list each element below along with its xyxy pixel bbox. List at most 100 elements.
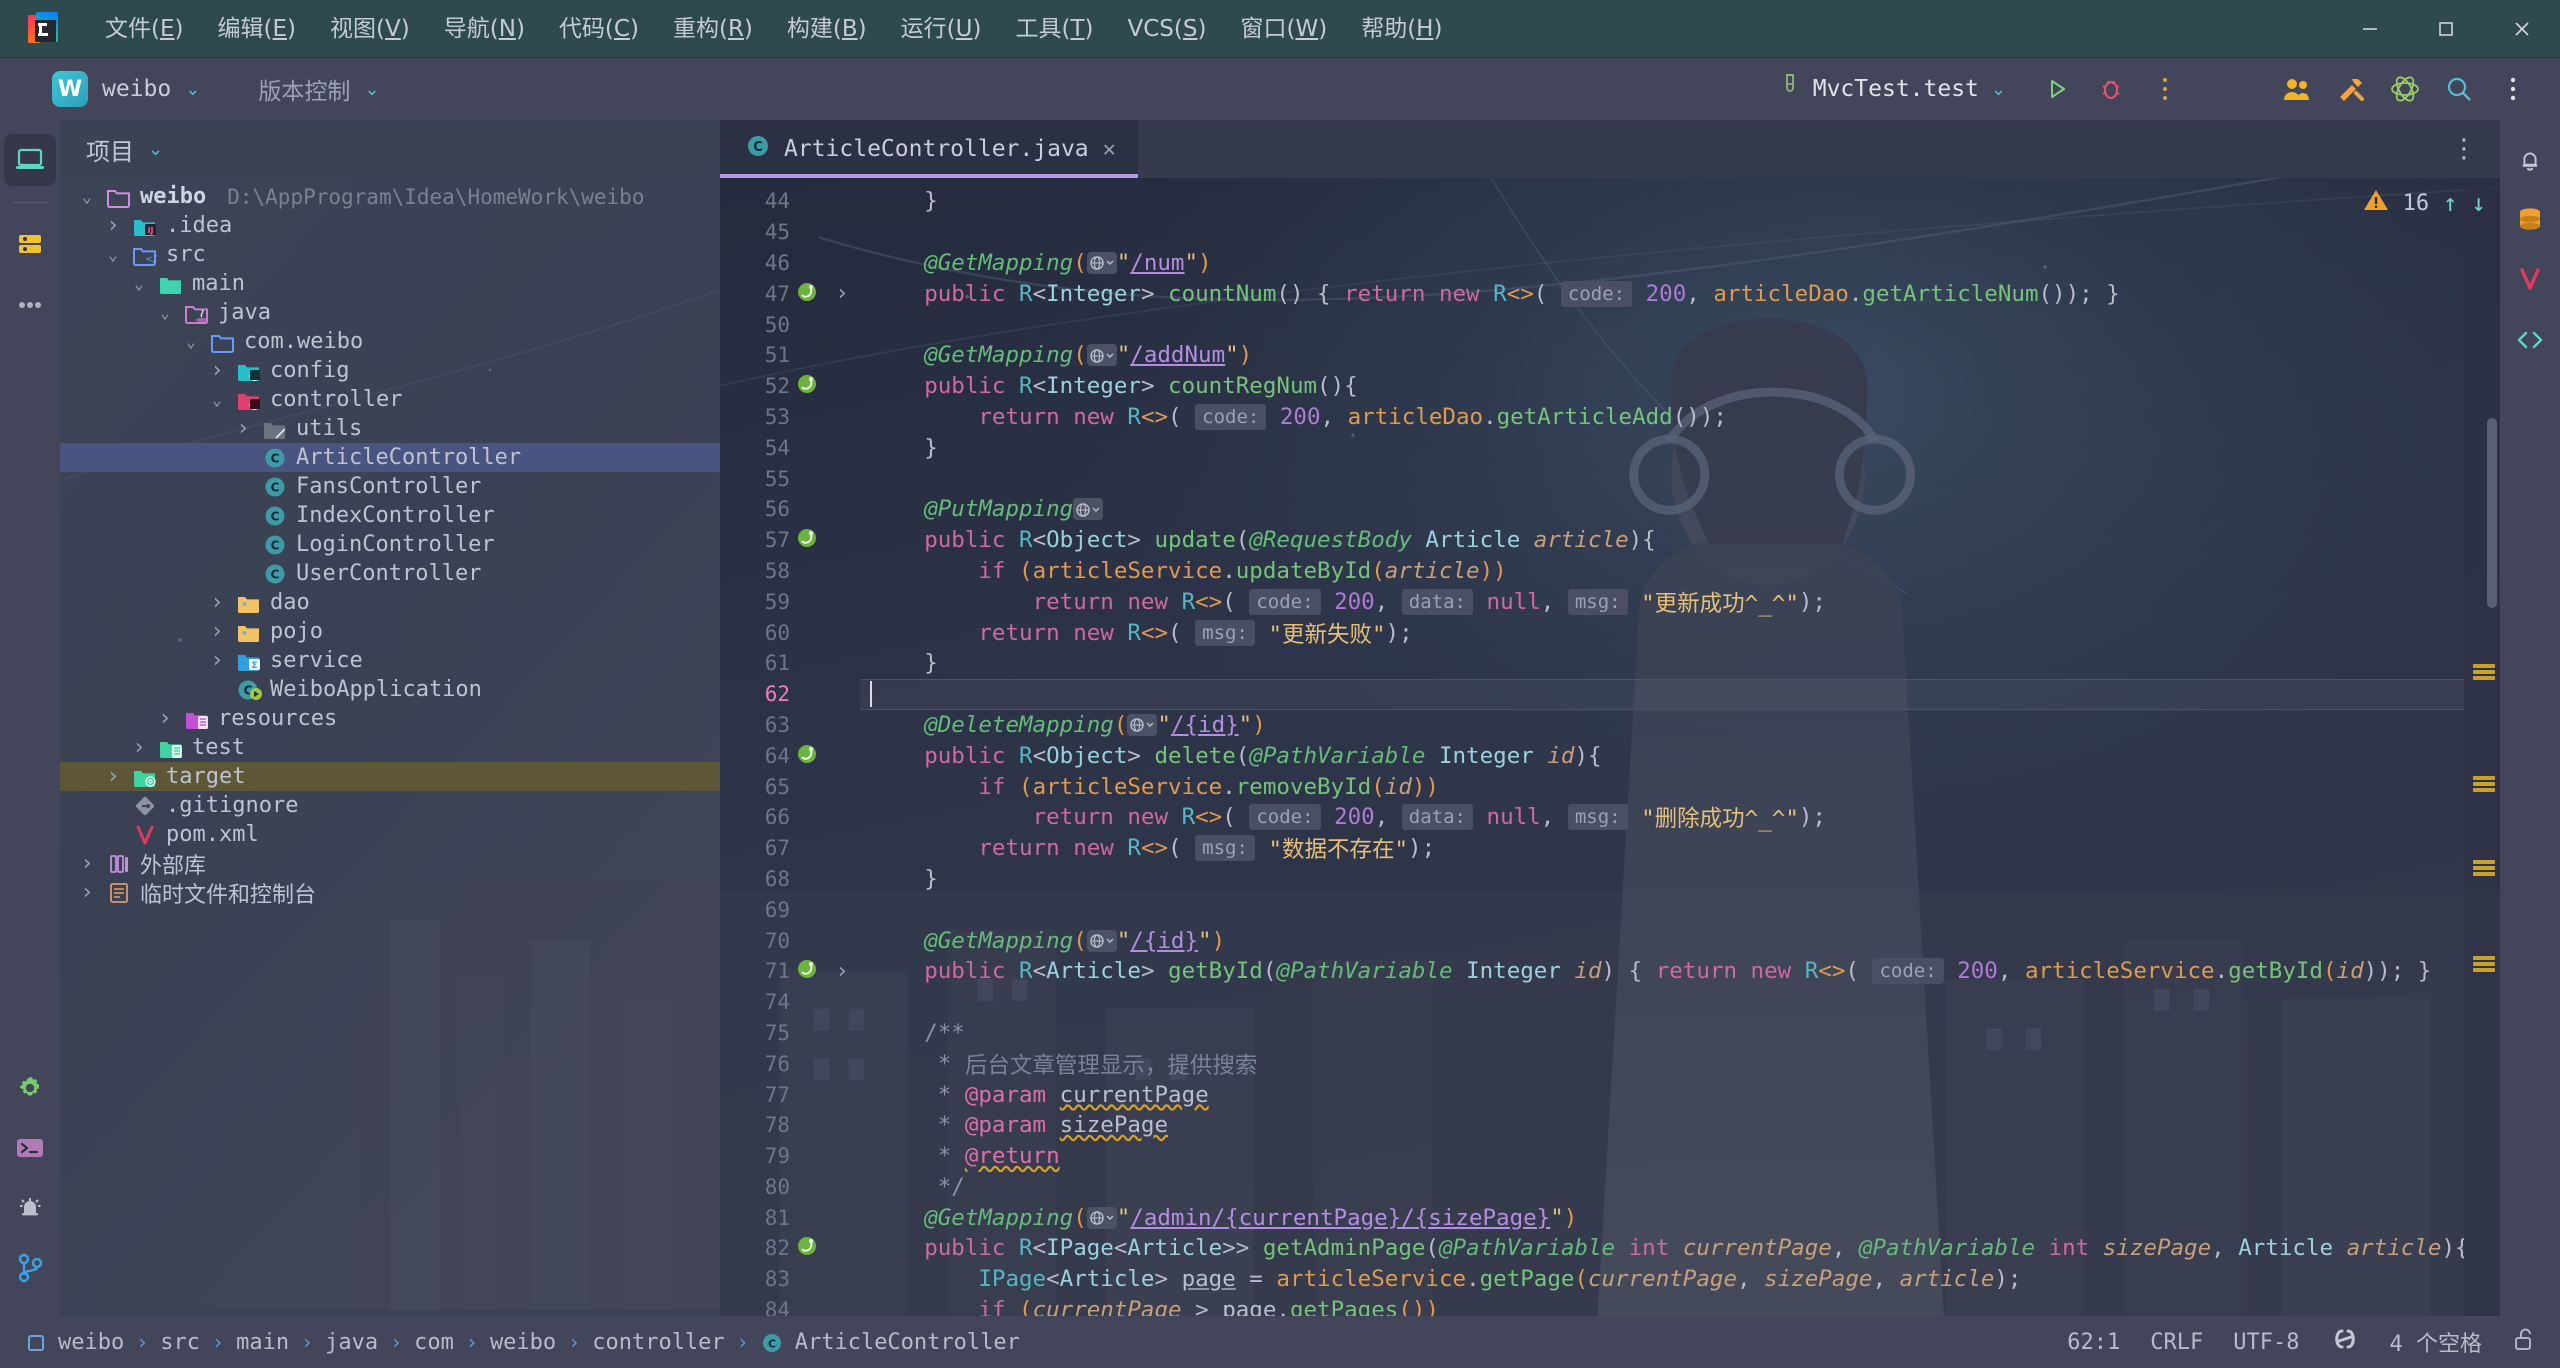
code-line-75[interactable]: /** [860, 1018, 2464, 1049]
notifications-bell-icon[interactable] [4, 1182, 56, 1234]
more-run-options-button[interactable] [2140, 64, 2190, 114]
tree-item--idea[interactable]: › IJ .idea [60, 211, 720, 240]
menu-item-9[interactable]: VCS(S) [1111, 0, 1224, 58]
code-line-51[interactable]: @GetMapping("/addNum ") [860, 340, 2464, 371]
gutter-line-51[interactable]: 51 [720, 340, 860, 371]
gutter-line-76[interactable]: 76 [720, 1048, 860, 1079]
code-line-46[interactable]: @GetMapping("/num ") [860, 248, 2464, 279]
tree-item-java[interactable]: ⌄ java [60, 298, 720, 327]
gutter-line-53[interactable]: 53 [720, 402, 860, 433]
code-line-69[interactable] [860, 894, 2464, 925]
code-line-60[interactable]: return new R <>( msg: "更新失败"); [860, 617, 2464, 648]
tree-item-com-weibo[interactable]: ⌄ com.weibo [60, 327, 720, 356]
code-line-68[interactable]: } [860, 864, 2464, 895]
web-mapping-gutter-icon[interactable] [1086, 251, 1117, 274]
code-line-63[interactable]: @DeleteMapping("/{id} ") [860, 710, 2464, 741]
breadcrumb-item-src[interactable]: src [160, 1330, 200, 1355]
gutter-line-63[interactable]: 63 [720, 710, 860, 741]
code-line-56[interactable]: @PutMapping [860, 494, 2464, 525]
gutter-line-44[interactable]: 44 [720, 186, 860, 217]
tree-item--[interactable]: › 临时文件和控制台 [60, 878, 720, 908]
run-button[interactable] [2032, 64, 2082, 114]
code-line-66[interactable]: return new R <>( code: 200, data: null, m… [860, 802, 2464, 833]
web-mapping-gutter-icon[interactable] [1086, 344, 1117, 367]
chevron-right-icon[interactable]: › [204, 590, 230, 615]
tree-item-weibo[interactable]: ⌄ weibo D:\AppProgram\Idea\HomeWork\weibo [60, 182, 720, 211]
gutter-line-62[interactable]: 62 [720, 679, 860, 710]
editor-scrollbar-thumb[interactable] [2487, 418, 2497, 608]
tree-item-config[interactable]: › config [60, 356, 720, 385]
code-line-74[interactable] [860, 987, 2464, 1018]
inspection-mark[interactable] [2473, 776, 2495, 780]
gutter-line-75[interactable]: 75 [720, 1018, 860, 1049]
chevron-right-icon[interactable]: › [100, 213, 126, 238]
chevron-right-icon[interactable]: › [152, 706, 178, 731]
code-fold-expand-icon[interactable]: › [824, 959, 860, 984]
menu-item-2[interactable]: 视图(V) [313, 0, 427, 58]
more-tool-windows-icon[interactable] [4, 279, 56, 331]
code-line-70[interactable]: @GetMapping("/{id} ") [860, 925, 2464, 956]
vcs-widget[interactable]: 版本控制 ⌄ [248, 66, 389, 112]
inspection-analyzer-strip[interactable] [2464, 178, 2500, 1316]
kebab-menu-icon[interactable] [2488, 64, 2538, 114]
tree-item-usercontroller[interactable]: C UserController [60, 559, 720, 588]
maven-icon[interactable] [2504, 254, 2556, 306]
next-problem-icon[interactable]: ↓ [2472, 189, 2486, 217]
code-line-54[interactable]: } [860, 432, 2464, 463]
menu-item-0[interactable]: 文件(E) [88, 0, 201, 58]
inspection-widget[interactable]: 16 ↑ ↓ [2363, 178, 2500, 228]
gutter-line-67[interactable]: 67 [720, 833, 860, 864]
gutter-line-58[interactable]: 58 [720, 556, 860, 587]
people-icon[interactable] [2272, 64, 2322, 114]
gutter-line-61[interactable]: 61 [720, 648, 860, 679]
debug-button[interactable] [2086, 64, 2136, 114]
menu-item-7[interactable]: 运行(U) [884, 0, 999, 58]
settings-icon[interactable] [4, 1062, 56, 1114]
database-tool-window-icon[interactable] [4, 219, 56, 271]
gutter-line-71[interactable]: 71 › [720, 956, 860, 987]
menu-item-10[interactable]: 窗口(W) [1223, 0, 1344, 58]
line-separator[interactable]: CRLF [2150, 1330, 2203, 1355]
chevron-right-icon[interactable]: › [204, 648, 230, 673]
inspection-mark[interactable] [2473, 782, 2495, 786]
code-line-79[interactable]: * @return [860, 1141, 2464, 1172]
code-line-62[interactable] [860, 678, 2464, 710]
gutter-line-45[interactable]: 45 [720, 217, 860, 248]
code-line-52[interactable]: public R < Integer > countRegNum(){ [860, 371, 2464, 402]
gutter-line-55[interactable]: 55 [720, 463, 860, 494]
code-line-55[interactable] [860, 463, 2464, 494]
web-mapping-gutter-icon[interactable] [1127, 713, 1158, 736]
inspection-mark[interactable] [2473, 860, 2495, 864]
spring-endpoint-gutter-icon[interactable] [790, 1235, 824, 1261]
gutter-line-60[interactable]: 60 [720, 617, 860, 648]
tree-item-logincontroller[interactable]: C LoginController [60, 530, 720, 559]
code-line-84[interactable]: if (currentPage > page. getPages()) [860, 1295, 2464, 1316]
breadcrumb[interactable]: weibo › src › main › java › com › weibo › controller… [26, 1330, 1020, 1355]
inspection-mark[interactable] [2473, 664, 2495, 668]
tree-item-articlecontroller[interactable]: C ArticleController [60, 443, 720, 472]
file-encoding[interactable]: UTF-8 [2233, 1330, 2299, 1355]
gutter-line-77[interactable]: 77 [720, 1079, 860, 1110]
menu-item-3[interactable]: 导航(N) [427, 0, 542, 58]
git-branch-icon[interactable] [2330, 1327, 2360, 1357]
tree-item-weiboapplication[interactable]: C WeiboApplication [60, 675, 720, 704]
breadcrumb-item-com[interactable]: com [414, 1330, 454, 1355]
project-tool-window-icon[interactable] [4, 134, 56, 186]
editor-tab-articlecontroller[interactable]: C ArticleController.java ✕ [720, 120, 1138, 178]
search-everywhere-icon[interactable] [2434, 64, 2484, 114]
chevron-down-icon[interactable]: ⌄ [126, 274, 152, 293]
gutter-line-68[interactable]: 68 [720, 864, 860, 895]
spring-endpoint-gutter-icon[interactable] [790, 527, 824, 553]
code-line-61[interactable]: } [860, 648, 2464, 679]
web-mapping-gutter-icon[interactable] [1086, 1206, 1117, 1229]
inspection-mark[interactable] [2473, 670, 2495, 674]
gutter-line-79[interactable]: 79 [720, 1141, 860, 1172]
tree-item-controller[interactable]: ⌄ controller [60, 385, 720, 414]
gutter-line-52[interactable]: 52 [720, 371, 860, 402]
gutter-line-56[interactable]: 56 [720, 494, 860, 525]
code-line-78[interactable]: * @param sizePage [860, 1110, 2464, 1141]
tree-item-target[interactable]: › target [60, 762, 720, 791]
maximize-button[interactable] [2408, 0, 2484, 58]
gutter-line-80[interactable]: 80 [720, 1172, 860, 1203]
breadcrumb-item-controller[interactable]: controller [592, 1330, 724, 1355]
